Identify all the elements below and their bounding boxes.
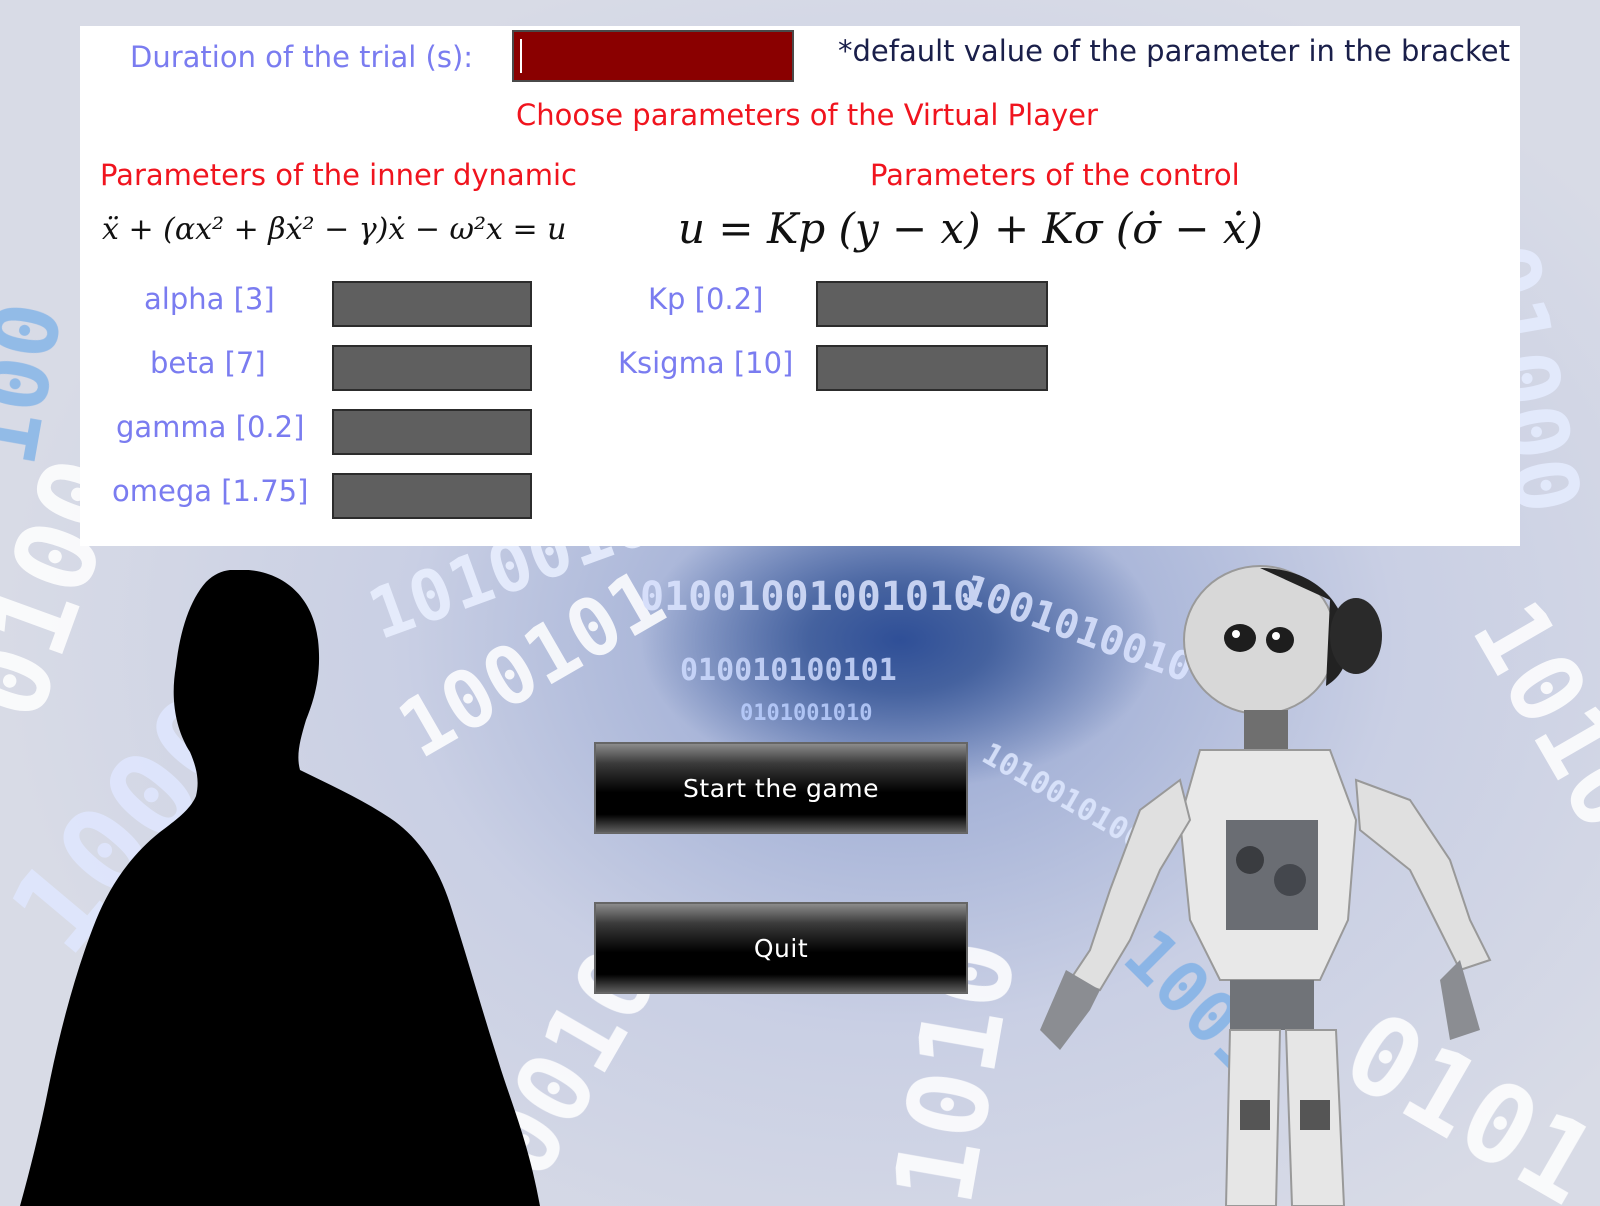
svg-text:100: 100 xyxy=(0,295,83,473)
text-caret xyxy=(520,39,522,73)
quit-button[interactable]: Quit xyxy=(594,902,968,994)
omega-label: omega [1.75] xyxy=(112,474,309,508)
kp-label: Kp [0.2] xyxy=(648,282,764,316)
svg-text:010010100101: 010010100101 xyxy=(680,653,897,688)
duration-input[interactable] xyxy=(512,30,794,82)
alpha-input[interactable] xyxy=(332,281,532,327)
gamma-input[interactable] xyxy=(332,409,532,455)
beta-input[interactable] xyxy=(332,345,532,391)
duration-label: Duration of the trial (s): xyxy=(130,40,474,74)
omega-input[interactable] xyxy=(332,473,532,519)
control-law-formula: u = Kp (y − x) + Kσ (σ̇ − ẋ) xyxy=(678,204,1263,253)
inner-dynamic-title: Parameters of the inner dynamic xyxy=(100,158,577,192)
humanoid-robot-image xyxy=(1040,565,1492,1206)
alpha-label: alpha [3] xyxy=(144,282,275,316)
kp-input[interactable] xyxy=(816,281,1048,327)
ksigma-label: Ksigma [10] xyxy=(618,346,794,380)
start-game-button[interactable]: Start the game xyxy=(594,742,968,834)
svg-text:01001001001010: 01001001001010 xyxy=(640,574,977,620)
svg-text:0101001010: 0101001010 xyxy=(740,701,872,726)
default-value-note: *default value of the parameter in the b… xyxy=(838,34,1510,68)
beta-label: beta [7] xyxy=(150,346,266,380)
ksigma-input[interactable] xyxy=(816,345,1048,391)
parameter-panel: Duration of the trial (s): *default valu… xyxy=(80,26,1520,546)
inner-dynamic-formula: ẍ + (αx² + βẋ² − γ)ẋ − ω²x = u xyxy=(102,212,567,247)
virtual-player-title: Choose parameters of the Virtual Player xyxy=(516,98,1098,132)
human-silhouette-image xyxy=(20,570,540,1206)
gamma-label: gamma [0.2] xyxy=(116,410,305,444)
control-title: Parameters of the control xyxy=(870,158,1240,192)
